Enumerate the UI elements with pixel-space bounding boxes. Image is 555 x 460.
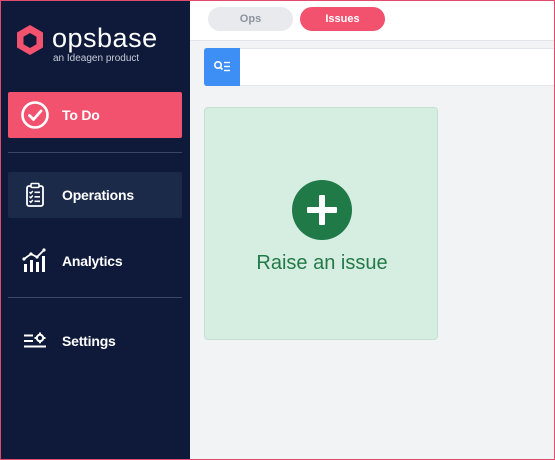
- hexagon-logo-icon: [17, 25, 43, 55]
- sidebar-item-label: To Do: [62, 107, 100, 123]
- divider: [8, 297, 182, 298]
- check-circle-icon: [20, 100, 50, 130]
- tab-bar: Ops Issues: [190, 0, 555, 41]
- search-input[interactable]: [241, 49, 554, 85]
- sidebar-item-label: Analytics: [62, 253, 123, 269]
- sidebar-item-operations[interactable]: Operations: [8, 172, 182, 218]
- divider: [8, 152, 182, 153]
- brand-name: opsbase: [52, 23, 158, 53]
- clipboard-list-icon: [20, 180, 50, 210]
- tab-issues[interactable]: Issues: [300, 7, 385, 31]
- sidebar-item-to-do[interactable]: To Do: [8, 92, 182, 138]
- settings-sliders-icon: [20, 326, 50, 356]
- plus-circle-icon: [292, 180, 352, 240]
- brand: opsbase an Ideagen product: [16, 22, 186, 66]
- tab-ops[interactable]: Ops: [208, 7, 293, 31]
- bar-chart-trend-icon: [20, 246, 50, 276]
- main-content: Ops Issues Raise an issue: [190, 0, 555, 460]
- brand-tagline: an Ideagen product: [53, 53, 140, 64]
- raise-issue-label: Raise an issue: [256, 252, 388, 274]
- search-filter-icon: [213, 60, 230, 72]
- sidebar-item-analytics[interactable]: Analytics: [8, 238, 182, 284]
- sidebar-item-label: Operations: [62, 187, 134, 203]
- sidebar-item-label: Settings: [62, 333, 116, 349]
- raise-issue-card[interactable]: Raise an issue: [204, 107, 438, 340]
- search-bar: [204, 48, 555, 86]
- sidebar: opsbase an Ideagen product To Do Operati…: [0, 0, 190, 460]
- search-filter-button[interactable]: [204, 48, 240, 86]
- sidebar-item-settings[interactable]: Settings: [8, 318, 182, 364]
